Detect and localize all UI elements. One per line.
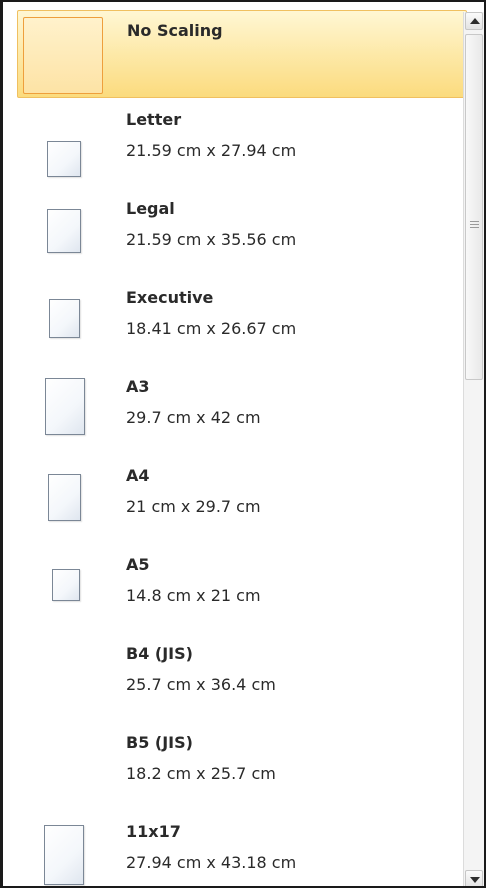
item-label: 11x17	[126, 822, 181, 841]
list-item-legal[interactable]: Legal 21.59 cm x 35.56 cm	[17, 188, 467, 276]
item-label: Executive	[126, 288, 214, 307]
item-label: No Scaling	[127, 21, 223, 40]
list-item-b5-jis[interactable]: B5 (JIS) 18.2 cm x 25.7 cm	[17, 722, 467, 810]
item-dimensions: 18.2 cm x 25.7 cm	[126, 764, 276, 783]
page-thumbnail-icon	[45, 378, 85, 435]
item-label: Letter	[126, 110, 182, 129]
item-label: A3	[126, 377, 150, 396]
list-item-no-scaling[interactable]: No Scaling	[17, 10, 467, 98]
item-dimensions: 27.94 cm x 43.18 cm	[126, 853, 297, 872]
item-label: Legal	[126, 199, 175, 218]
item-label: B5 (JIS)	[126, 733, 193, 752]
item-dimensions: 21.59 cm x 35.56 cm	[126, 230, 297, 249]
item-label: A5	[126, 555, 150, 574]
grip-line	[470, 227, 479, 228]
vertical-scrollbar[interactable]	[463, 12, 484, 886]
scroll-up-button[interactable]	[465, 12, 483, 30]
scroll-down-button[interactable]	[465, 870, 483, 886]
page-thumbnail-icon	[48, 474, 81, 521]
grip-line	[470, 224, 479, 225]
page-thumbnail-icon	[47, 141, 81, 177]
page-thumbnail-icon	[52, 569, 80, 601]
page-thumbnail-icon	[44, 825, 84, 885]
no-scaling-thumbnail-icon	[23, 17, 103, 94]
page-thumbnail-icon	[47, 209, 81, 253]
list-item-letter[interactable]: Letter 21.59 cm x 27.94 cm	[17, 99, 467, 187]
paper-size-list: No Scaling Letter 21.59 cm x 27.94 cm Le…	[17, 10, 467, 886]
list-item-b4-jis[interactable]: B4 (JIS) 25.7 cm x 36.4 cm	[17, 633, 467, 721]
item-dimensions: 18.41 cm x 26.67 cm	[126, 319, 297, 338]
item-dimensions: 25.7 cm x 36.4 cm	[126, 675, 276, 694]
item-dimensions: 29.7 cm x 42 cm	[126, 408, 261, 427]
arrow-up-icon	[470, 18, 480, 24]
list-item-a5[interactable]: A5 14.8 cm x 21 cm	[17, 544, 467, 632]
item-dimensions: 21.59 cm x 27.94 cm	[126, 141, 297, 160]
item-dimensions: 14.8 cm x 21 cm	[126, 586, 261, 605]
list-item-a4[interactable]: A4 21 cm x 29.7 cm	[17, 455, 467, 543]
item-label: A4	[126, 466, 150, 485]
paper-size-dropdown: No Scaling Letter 21.59 cm x 27.94 cm Le…	[0, 0, 486, 888]
list-item-executive[interactable]: Executive 18.41 cm x 26.67 cm	[17, 277, 467, 365]
grip-lines-icon	[470, 221, 479, 222]
scrollbar-thumb[interactable]	[465, 34, 483, 380]
item-dimensions: 21 cm x 29.7 cm	[126, 497, 261, 516]
arrow-down-icon	[470, 877, 480, 883]
item-label: B4 (JIS)	[126, 644, 193, 663]
page-thumbnail-icon	[49, 299, 80, 338]
list-item-a3[interactable]: A3 29.7 cm x 42 cm	[17, 366, 467, 454]
list-item-11x17[interactable]: 11x17 27.94 cm x 43.18 cm	[17, 811, 467, 886]
